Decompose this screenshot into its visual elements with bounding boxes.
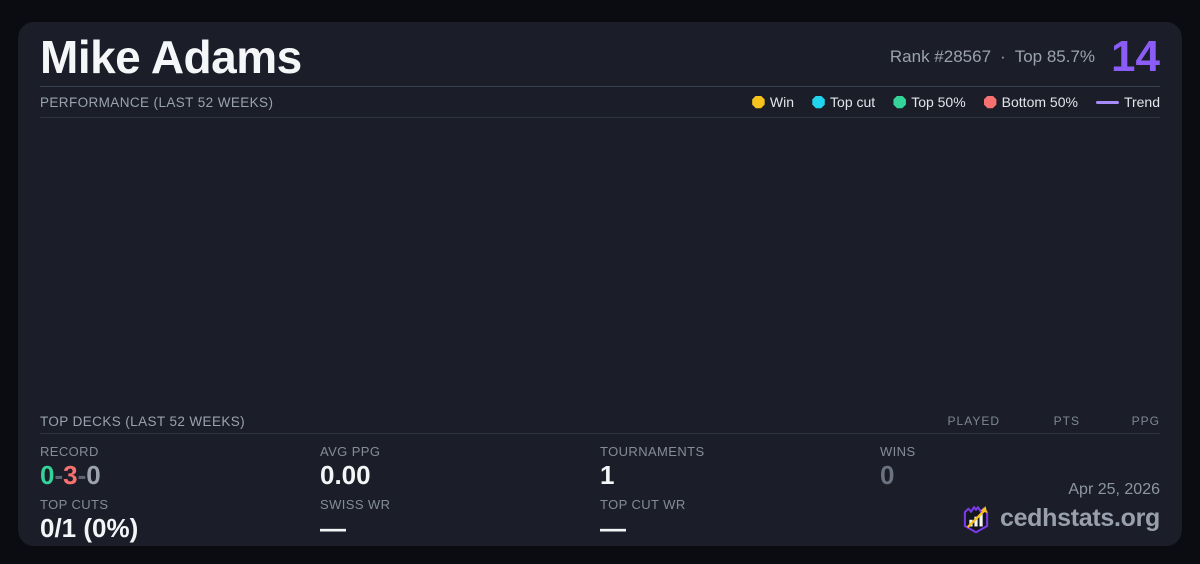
performance-chart bbox=[40, 118, 1160, 409]
legend-item-win: Win bbox=[752, 94, 794, 110]
record-value: 0-3-0 bbox=[40, 460, 320, 491]
top-50-swatch-icon bbox=[893, 95, 906, 109]
top-cut-swatch-icon bbox=[812, 95, 825, 109]
stat-label: WINS bbox=[880, 444, 916, 459]
stat-top-cuts: TOP CUTS 0/1 (0%) bbox=[40, 491, 320, 544]
swiss-wr-value: — bbox=[320, 512, 346, 543]
header-right: Rank #28567 · Top 85.7% 14 bbox=[890, 35, 1160, 79]
performance-title: PERFORMANCE (LAST 52 WEEKS) bbox=[40, 94, 274, 110]
stat-tournaments: TOURNAMENTS 1 bbox=[600, 438, 880, 491]
cedhstats-logo-icon bbox=[963, 506, 989, 534]
bottom-50-swatch-icon bbox=[983, 95, 997, 109]
legend-label: Top cut bbox=[830, 94, 876, 110]
card-header: Mike Adams Rank #28567 · Top 85.7% 14 bbox=[40, 22, 1160, 87]
record-separator: - bbox=[77, 460, 87, 490]
record-wins: 0 bbox=[40, 460, 55, 490]
stat-label: SWISS WR bbox=[320, 496, 391, 512]
record-separator: - bbox=[54, 460, 64, 490]
player-score: 14 bbox=[1111, 32, 1160, 81]
player-name: Mike Adams bbox=[40, 31, 302, 83]
legend-item-top50: Top 50% bbox=[893, 94, 966, 110]
footer: Apr 25, 2026 cedhstats.org bbox=[960, 481, 1160, 534]
legend-label: Win bbox=[769, 94, 795, 110]
stat-avg-ppg: AVG PPG 0.00 bbox=[320, 438, 600, 491]
column-header-played: PLAYED bbox=[947, 414, 1000, 428]
tournaments-value: 1 bbox=[600, 460, 615, 490]
column-header-pts: PTS bbox=[1053, 414, 1080, 428]
avg-ppg-value: 0.00 bbox=[320, 460, 371, 490]
column-header-ppg: PPG bbox=[1131, 414, 1160, 428]
top-percent-text: Top 85.7% bbox=[1014, 47, 1096, 66]
stat-record: RECORD 0-3-0 bbox=[40, 438, 320, 491]
stat-label: AVG PPG bbox=[320, 444, 381, 459]
record-losses: 3 bbox=[63, 460, 78, 490]
trend-line-icon bbox=[1095, 100, 1119, 104]
rank-text: Rank #28567 bbox=[889, 47, 992, 66]
performance-header-row: PERFORMANCE (LAST 52 WEEKS) Win Top cut … bbox=[40, 87, 1160, 118]
player-stats-card: Mike Adams Rank #28567 · Top 85.7% 14 PE… bbox=[18, 22, 1182, 546]
legend-item-bottom50: Bottom 50% bbox=[983, 94, 1078, 110]
rank-separator: · bbox=[1000, 47, 1006, 66]
top-cut-wr-value: — bbox=[600, 512, 626, 543]
stat-swiss-wr: SWISS WR — bbox=[320, 491, 600, 544]
top-decks-title: TOP DECKS (LAST 52 WEEKS) bbox=[40, 413, 246, 429]
legend-label: Trend bbox=[1123, 94, 1160, 110]
rank-line: Rank #28567 · Top 85.7% bbox=[890, 47, 1095, 67]
top-cuts-value: 0/1 (0%) bbox=[40, 512, 139, 543]
record-draws: 0 bbox=[86, 460, 101, 490]
brand[interactable]: cedhstats.org bbox=[960, 502, 1160, 534]
stat-label: TOP CUT WR bbox=[600, 496, 686, 512]
chart-legend: Win Top cut Top 50% Bottom 50% Trend bbox=[752, 94, 1160, 110]
brand-name: cedhstats.org bbox=[999, 503, 1160, 532]
legend-item-top-cut: Top cut bbox=[812, 94, 875, 110]
top-decks-columns: PLAYED PTS PPG bbox=[920, 414, 1160, 428]
stat-label: TOP CUTS bbox=[40, 496, 109, 512]
stat-label: TOURNAMENTS bbox=[600, 444, 705, 459]
stat-top-cut-wr: TOP CUT WR — bbox=[600, 491, 880, 544]
footer-date: Apr 25, 2026 bbox=[1068, 481, 1160, 498]
legend-item-trend: Trend bbox=[1095, 94, 1160, 110]
win-swatch-icon bbox=[752, 95, 765, 109]
legend-label: Bottom 50% bbox=[1001, 94, 1078, 110]
top-decks-header-row: TOP DECKS (LAST 52 WEEKS) PLAYED PTS PPG bbox=[40, 409, 1160, 434]
stat-label: RECORD bbox=[40, 444, 99, 459]
legend-label: Top 50% bbox=[911, 94, 966, 110]
